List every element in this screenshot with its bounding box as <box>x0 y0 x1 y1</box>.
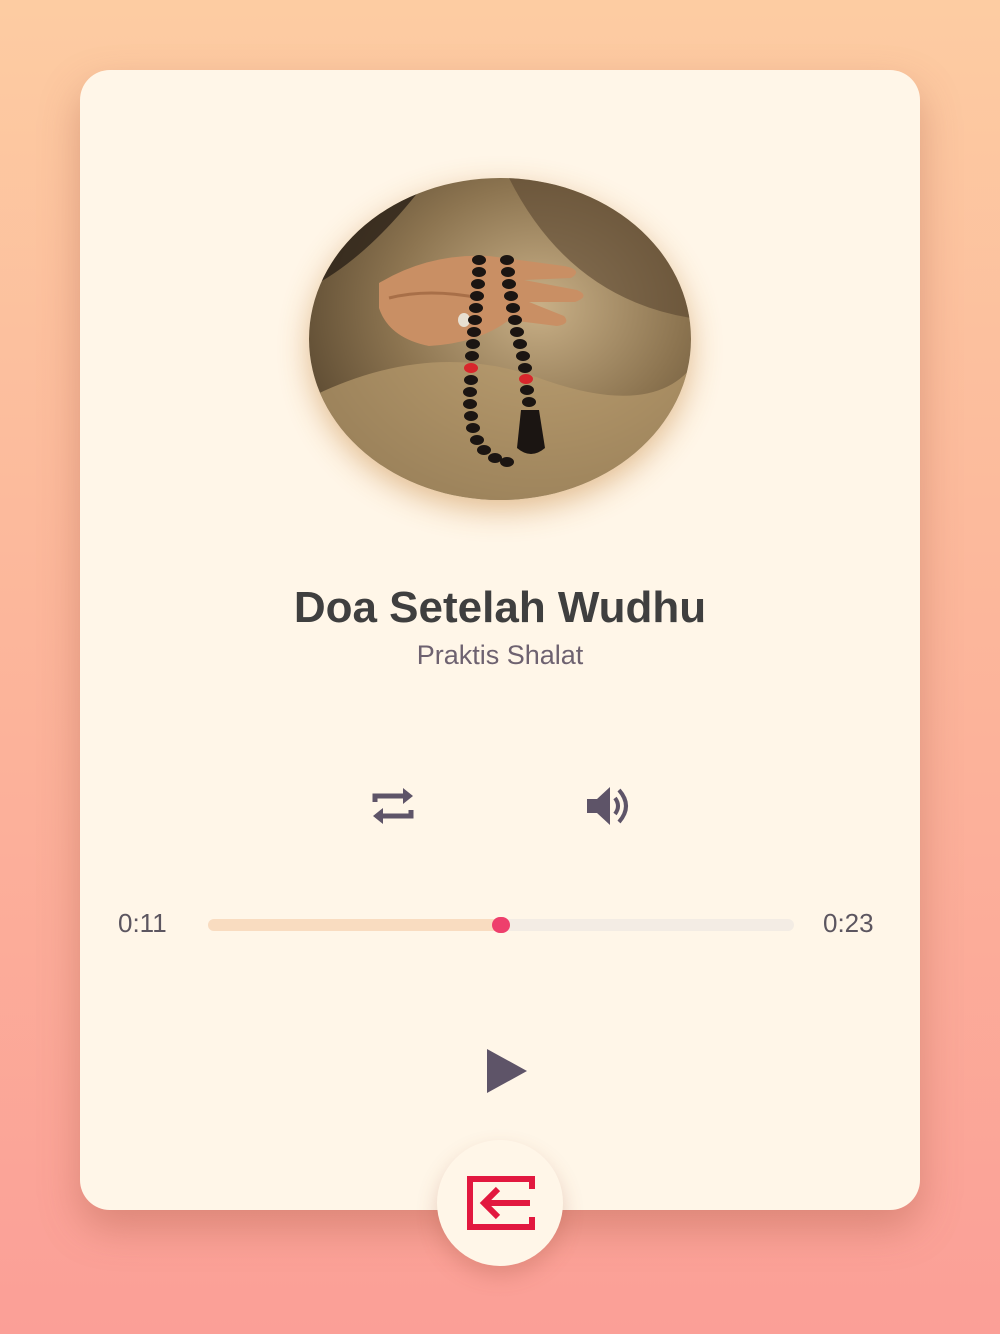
volume-button[interactable] <box>580 780 636 832</box>
total-time: 0:23 <box>823 908 874 938</box>
progress-bar[interactable] <box>208 917 794 933</box>
album-artwork <box>309 178 691 500</box>
track-artist: Praktis Shalat <box>416 640 584 670</box>
play-icon <box>487 1049 527 1093</box>
track-title: Doa Setelah Wudhu <box>293 583 707 632</box>
progress-fill <box>208 919 501 931</box>
current-time: 0:11 <box>118 908 167 938</box>
exit-button[interactable] <box>437 1140 563 1266</box>
volume-icon <box>587 787 628 825</box>
repeat-icon <box>372 788 414 824</box>
repeat-button[interactable] <box>366 780 420 832</box>
progress-thumb[interactable] <box>492 917 510 933</box>
exit-icon <box>467 1176 535 1230</box>
prayer-beads-image <box>309 178 691 500</box>
play-button[interactable] <box>476 1040 536 1102</box>
